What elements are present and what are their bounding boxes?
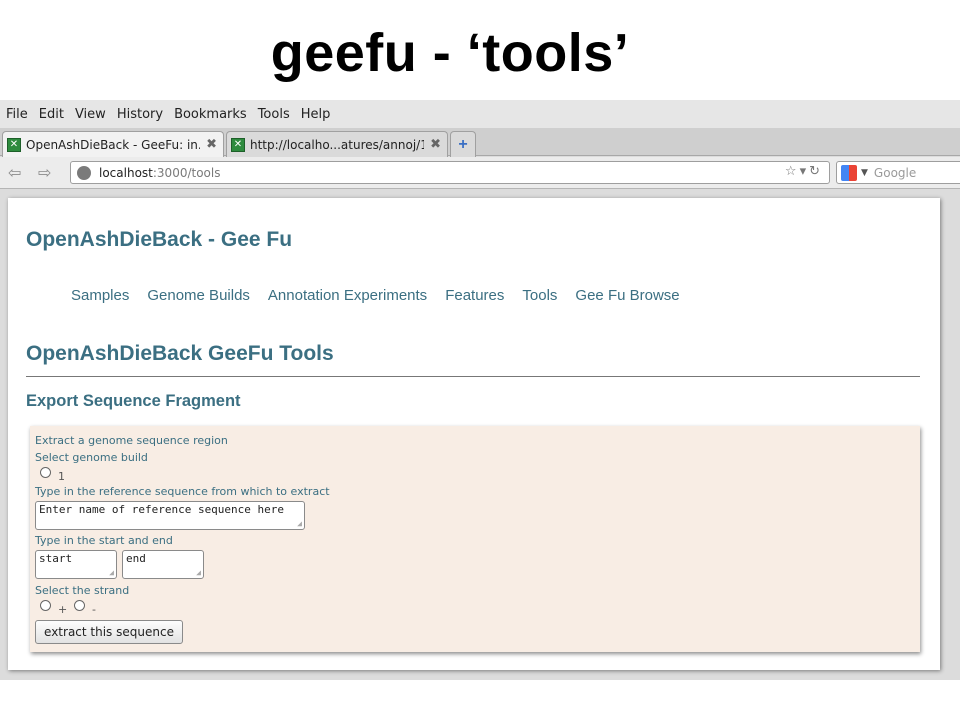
tab-label: OpenAshDieBack - GeeFu: in... (26, 137, 201, 152)
back-arrow-icon[interactable]: ⇦ (8, 163, 21, 183)
start-input[interactable]: start ◢ (35, 550, 117, 579)
start-value: start (39, 552, 73, 565)
resize-grip-icon[interactable]: ◢ (196, 568, 201, 577)
nav-link-tools[interactable]: Tools (522, 287, 557, 304)
genome-build-option-label: 1 (58, 470, 65, 483)
divider (26, 376, 920, 377)
strand-label: Select the strand (35, 584, 130, 597)
close-tab-icon[interactable]: ✖ (430, 137, 441, 152)
tab-geefu[interactable]: ✕ OpenAshDieBack - GeeFu: in... ✖ (2, 131, 224, 157)
strand-plus-label: + (58, 603, 68, 616)
search-placeholder: Google (873, 165, 917, 180)
menu-tools[interactable]: Tools (258, 107, 290, 122)
end-value: end (126, 552, 146, 565)
form-intro: Extract a genome sequence region (35, 434, 228, 447)
resize-grip-icon[interactable]: ◢ (297, 519, 302, 528)
genome-build-label: Select genome build (35, 451, 148, 464)
site-navigation: Samples Genome Builds Annotation Experim… (71, 287, 698, 304)
strand-minus-label: - (92, 603, 96, 616)
page-title: OpenAshDieBack GeeFu Tools (26, 342, 334, 365)
close-tab-icon[interactable]: ✖ (206, 137, 217, 152)
menu-view[interactable]: View (75, 107, 106, 122)
strand-minus-radio[interactable] (74, 600, 85, 611)
menu-edit[interactable]: Edit (39, 107, 64, 122)
new-tab-button[interactable]: + (450, 131, 476, 157)
nav-link-features[interactable]: Features (445, 287, 504, 304)
tab-label: http://localho...atures/annoj/1 (250, 137, 425, 152)
nav-link-annotation-experiments[interactable]: Annotation Experiments (268, 287, 427, 304)
range-label: Type in the start and end (35, 534, 173, 547)
url-host: localhost (99, 165, 153, 180)
nav-link-samples[interactable]: Samples (71, 287, 129, 304)
end-input[interactable]: end ◢ (122, 550, 204, 579)
url-path: :3000/tools (152, 165, 221, 180)
reference-sequence-value: Enter name of reference sequence here (39, 503, 285, 516)
bookmark-star-icon[interactable]: ☆▾↻ (785, 164, 823, 179)
menu-bar: File Edit View History Bookmarks Tools H… (0, 100, 960, 128)
menu-bookmarks[interactable]: Bookmarks (174, 107, 247, 122)
section-title: Export Sequence Fragment (26, 392, 241, 410)
site-title: OpenAshDieBack - Gee Fu (26, 228, 293, 251)
forward-arrow-icon[interactable]: ⇨ (38, 163, 51, 183)
browser-window: File Edit View History Bookmarks Tools H… (0, 100, 960, 680)
reference-sequence-input[interactable]: Enter name of reference sequence here ◢ (35, 501, 305, 530)
extract-sequence-button[interactable]: extract this sequence (35, 620, 183, 644)
url-bar[interactable]: localhost :3000/tools ☆▾↻ (70, 161, 830, 184)
export-sequence-form: Extract a genome sequence region Select … (30, 426, 920, 652)
tab-bar: ✕ OpenAshDieBack - GeeFu: in... ✖ ✕ http… (0, 128, 960, 157)
nav-link-genome-builds[interactable]: Genome Builds (147, 287, 250, 304)
navigation-toolbar: ⇦ ⇨ localhost :3000/tools ☆▾↻ ▼ Google (0, 157, 960, 189)
geefu-favicon-icon: ✕ (7, 137, 21, 152)
reference-label: Type in the reference sequence from whic… (35, 485, 330, 498)
geefu-favicon-icon: ✕ (231, 137, 245, 152)
page-content: OpenAshDieBack - Gee Fu Samples Genome B… (8, 198, 940, 670)
nav-link-geefu-browse[interactable]: Gee Fu Browse (575, 287, 679, 304)
menu-history[interactable]: History (117, 107, 163, 122)
resize-grip-icon[interactable]: ◢ (109, 568, 114, 577)
strand-plus-radio[interactable] (40, 600, 51, 611)
menu-help[interactable]: Help (301, 107, 331, 122)
chevron-down-icon[interactable]: ▼ (861, 168, 868, 178)
globe-icon (77, 165, 91, 180)
menu-file[interactable]: File (6, 107, 28, 122)
tab-annoj[interactable]: ✕ http://localho...atures/annoj/1 ✖ (226, 131, 448, 157)
slide-title: geefu - ‘tools’ (270, 23, 630, 83)
search-box[interactable]: ▼ Google (836, 161, 960, 184)
genome-build-radio[interactable] (40, 467, 51, 478)
google-engine-icon[interactable] (841, 164, 857, 181)
